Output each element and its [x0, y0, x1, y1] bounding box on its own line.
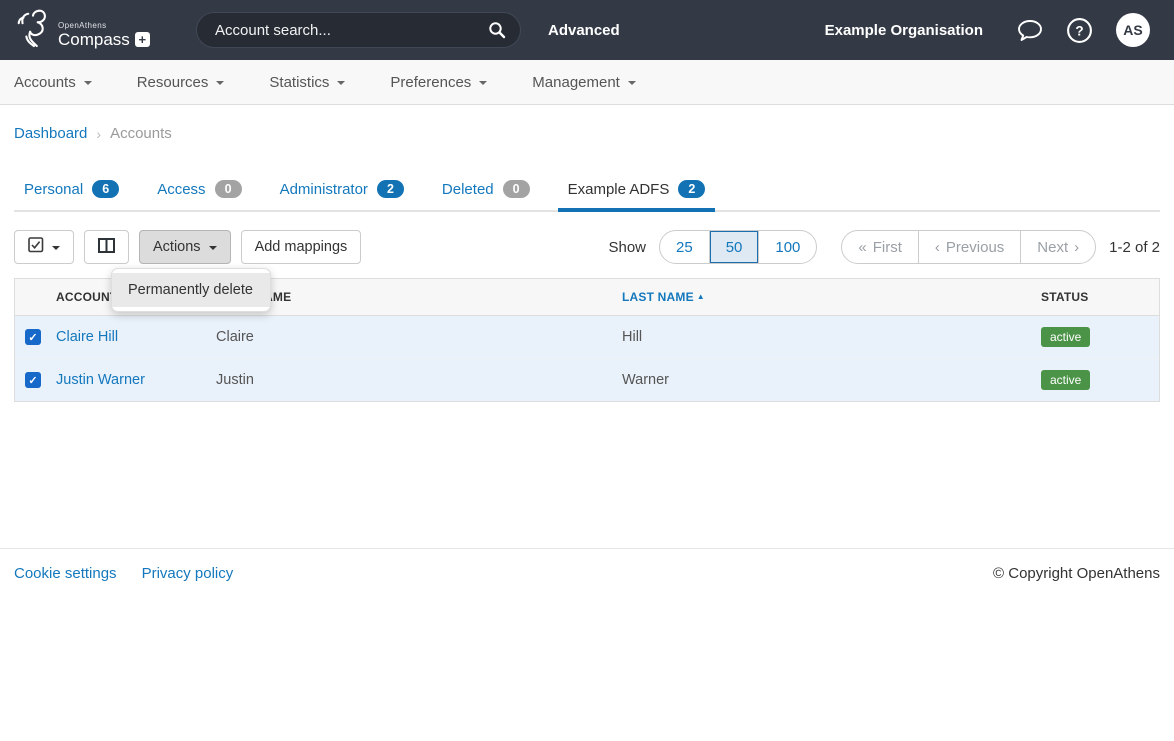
status-badge: active: [1041, 370, 1090, 390]
brand-compass-label: Compass: [58, 30, 130, 50]
menu-preferences[interactable]: Preferences: [390, 74, 487, 91]
copyright-text: © Copyright OpenAthens: [993, 565, 1160, 582]
breadcrumb: Dashboard › Accounts: [0, 105, 1174, 160]
breadcrumb-separator-icon: ›: [96, 126, 101, 142]
select-all-dropdown-button[interactable]: [14, 230, 74, 264]
menu-item-permanently-delete[interactable]: Permanently delete: [112, 273, 270, 307]
sort-ascending-icon: ▲: [697, 292, 705, 301]
page-size-25[interactable]: 25: [660, 231, 710, 263]
tab-administrator[interactable]: Administrator 2: [270, 172, 414, 212]
svg-text:?: ?: [1075, 23, 1083, 38]
cookie-settings-link[interactable]: Cookie settings: [14, 565, 117, 582]
header-checkbox-column: [15, 279, 49, 316]
column-header-last-name[interactable]: LAST NAME▲: [615, 279, 1034, 316]
chevron-down-icon: [209, 246, 217, 250]
chevron-down-icon: [216, 81, 224, 85]
last-name-cell: Warner: [615, 359, 1034, 402]
column-header-status[interactable]: STATUS: [1034, 279, 1159, 316]
brand-logo[interactable]: OpenAthens Compass +: [14, 7, 192, 54]
actions-button[interactable]: Actions: [139, 230, 231, 264]
chevron-down-icon: [337, 81, 345, 85]
menu-management[interactable]: Management: [532, 74, 636, 91]
account-link[interactable]: Claire Hill: [56, 329, 118, 345]
next-page-button[interactable]: Next ›: [1021, 231, 1095, 263]
breadcrumb-dashboard-link[interactable]: Dashboard: [14, 125, 87, 142]
first-name-cell: Justin: [209, 359, 615, 402]
feedback-chat-icon[interactable]: [1016, 18, 1043, 43]
tab-deleted[interactable]: Deleted 0: [432, 172, 540, 212]
tab-count-badge: 0: [503, 180, 530, 198]
first-name-cell: Claire: [209, 316, 615, 359]
tab-count-badge: 0: [215, 180, 242, 198]
page-size-50[interactable]: 50: [710, 231, 760, 263]
chevron-right-icon: ›: [1074, 239, 1079, 256]
pagination: Show 25 50 100 « First ‹ Previous Next ›…: [608, 230, 1160, 264]
columns-button[interactable]: [84, 230, 129, 264]
account-search-box[interactable]: [196, 12, 521, 48]
tab-example-adfs[interactable]: Example ADFS 2: [558, 172, 716, 212]
account-link[interactable]: Justin Warner: [56, 372, 145, 388]
organisation-name: Example Organisation: [825, 22, 983, 39]
add-mappings-button[interactable]: Add mappings: [241, 230, 362, 264]
last-name-cell: Hill: [615, 316, 1034, 359]
top-navbar: OpenAthens Compass + Advanced Example Or…: [0, 0, 1174, 60]
status-badge: active: [1041, 327, 1090, 347]
row-checkbox-checked[interactable]: ✓: [25, 329, 41, 345]
help-icon[interactable]: ?: [1066, 17, 1093, 44]
columns-icon: [98, 238, 115, 257]
brand-openathens-label: OpenAthens: [58, 21, 150, 30]
tab-personal[interactable]: Personal 6: [14, 172, 129, 212]
menu-accounts[interactable]: Accounts: [14, 74, 92, 91]
page-nav-group: « First ‹ Previous Next ›: [841, 230, 1096, 264]
menu-statistics[interactable]: Statistics: [269, 74, 345, 91]
row-checkbox-checked[interactable]: ✓: [25, 372, 41, 388]
chevron-down-icon: [52, 246, 60, 250]
chevron-down-icon: [628, 81, 636, 85]
page-size-group: 25 50 100: [659, 230, 817, 264]
tab-count-badge: 2: [678, 180, 705, 198]
chevron-down-icon: [479, 81, 487, 85]
chevron-left-icon: ‹: [935, 239, 940, 256]
tab-count-badge: 6: [92, 180, 119, 198]
search-icon[interactable]: [488, 21, 506, 39]
chevron-down-icon: [84, 81, 92, 85]
first-page-button[interactable]: « First: [842, 231, 919, 263]
tab-access[interactable]: Access 0: [147, 172, 251, 212]
table-row: ✓ Claire Hill Claire Hill active: [15, 316, 1159, 359]
previous-page-button[interactable]: ‹ Previous: [919, 231, 1021, 263]
table-row: ✓ Justin Warner Justin Warner active: [15, 359, 1159, 402]
breadcrumb-current: Accounts: [110, 125, 172, 142]
privacy-policy-link[interactable]: Privacy policy: [142, 565, 234, 582]
page-size-100[interactable]: 100: [759, 231, 816, 263]
account-tabs: Personal 6 Access 0 Administrator 2 Dele…: [14, 172, 1160, 212]
table-toolbar: Actions Add mappings Permanently delete …: [14, 230, 1160, 264]
double-chevron-left-icon: «: [858, 239, 866, 256]
tab-count-badge: 2: [377, 180, 404, 198]
openathens-owl-icon: [14, 7, 52, 54]
show-label: Show: [608, 239, 646, 256]
main-menubar: Accounts Resources Statistics Preference…: [0, 60, 1174, 105]
results-range: 1-2 of 2: [1109, 239, 1160, 256]
page-footer: Cookie settings Privacy policy © Copyrig…: [0, 548, 1174, 598]
checkbox-icon: [28, 237, 44, 257]
account-search-input[interactable]: [215, 22, 488, 39]
user-avatar[interactable]: AS: [1116, 13, 1150, 47]
menu-resources[interactable]: Resources: [137, 74, 225, 91]
advanced-search-link[interactable]: Advanced: [548, 22, 620, 39]
actions-dropdown-menu: Permanently delete: [111, 268, 271, 312]
compass-plus-icon: +: [135, 32, 150, 47]
